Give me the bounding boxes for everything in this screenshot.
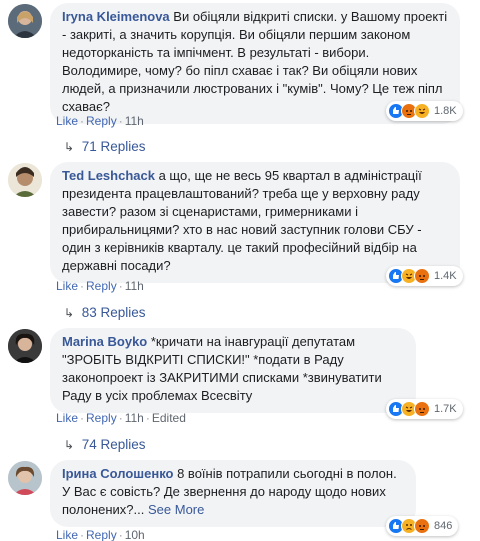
reactions-count: 1.8K — [434, 105, 457, 117]
reply-link[interactable]: Reply — [86, 114, 117, 128]
reply-link[interactable]: Reply — [86, 411, 117, 425]
reactions-summary[interactable]: 1.8K — [386, 101, 463, 121]
view-replies-link[interactable]: ↳ 74 Replies — [64, 437, 146, 452]
replies-count: 74 Replies — [81, 437, 146, 452]
comment-author[interactable]: Iryna Kleimenova — [62, 9, 170, 24]
view-replies-link[interactable]: ↳ 83 Replies — [64, 305, 146, 320]
reply-arrow-icon: ↳ — [64, 438, 75, 452]
comment-time[interactable]: 11h — [125, 114, 144, 128]
comment-author[interactable]: Ірина Солошенко — [62, 466, 173, 481]
comment-time[interactable]: 10h — [125, 528, 145, 541]
like-link[interactable]: Like — [56, 279, 78, 293]
comment-time[interactable]: 11h — [125, 411, 144, 425]
edited-label[interactable]: Edited — [152, 411, 186, 425]
comment-actions: Like · Reply · 11h — [56, 114, 144, 128]
comment-bubble: Ted Leshchack а що, ще не весь 95 кварта… — [50, 162, 460, 283]
avatar[interactable] — [8, 329, 42, 363]
comment-text: Ви обіцяли відкриті списки. у Вашому про… — [62, 9, 448, 114]
comment-time[interactable]: 11h — [125, 279, 144, 293]
like-link[interactable]: Like — [56, 528, 78, 541]
reply-arrow-icon: ↳ — [64, 306, 75, 320]
replies-count: 71 Replies — [81, 139, 146, 154]
avatar[interactable] — [8, 163, 42, 197]
reply-arrow-icon: ↳ — [64, 140, 75, 154]
comment-author[interactable]: Ted Leshchack — [62, 168, 155, 183]
angry-reaction-icon — [414, 518, 430, 534]
comment-actions: Like · Reply · 11h · Edited — [56, 411, 186, 425]
comment-actions: Like · Reply · 11h — [56, 279, 144, 293]
comment-author[interactable]: Marina Boyko — [62, 334, 147, 349]
reactions-summary[interactable]: 1.4K — [386, 266, 463, 286]
angry-reaction-icon — [414, 401, 430, 417]
reactions-count: 846 — [434, 520, 453, 532]
reactions-count: 1.4K — [434, 270, 457, 282]
comment-bubble: Marina Boyko *кричати на інавгурації деп… — [50, 328, 416, 413]
comment-text: а що, ще не весь 95 квартал в адміністра… — [62, 168, 422, 273]
haha-reaction-icon — [414, 103, 430, 119]
reactions-summary[interactable]: 1.7K — [386, 399, 463, 419]
see-more-link[interactable]: See More — [148, 502, 204, 517]
comment-bubble: Ірина Солошенко 8 воїнів потрапили сього… — [50, 460, 416, 527]
comment-actions: Like · Reply · 10h — [56, 528, 145, 541]
avatar[interactable] — [8, 4, 42, 38]
view-replies-link[interactable]: ↳ 71 Replies — [64, 139, 146, 154]
replies-count: 83 Replies — [81, 305, 146, 320]
reactions-summary[interactable]: 846 — [386, 516, 459, 536]
angry-reaction-icon — [414, 268, 430, 284]
like-link[interactable]: Like — [56, 411, 78, 425]
reply-link[interactable]: Reply — [86, 279, 117, 293]
like-link[interactable]: Like — [56, 114, 78, 128]
reply-link[interactable]: Reply — [86, 528, 117, 541]
reactions-count: 1.7K — [434, 403, 457, 415]
avatar[interactable] — [8, 461, 42, 495]
